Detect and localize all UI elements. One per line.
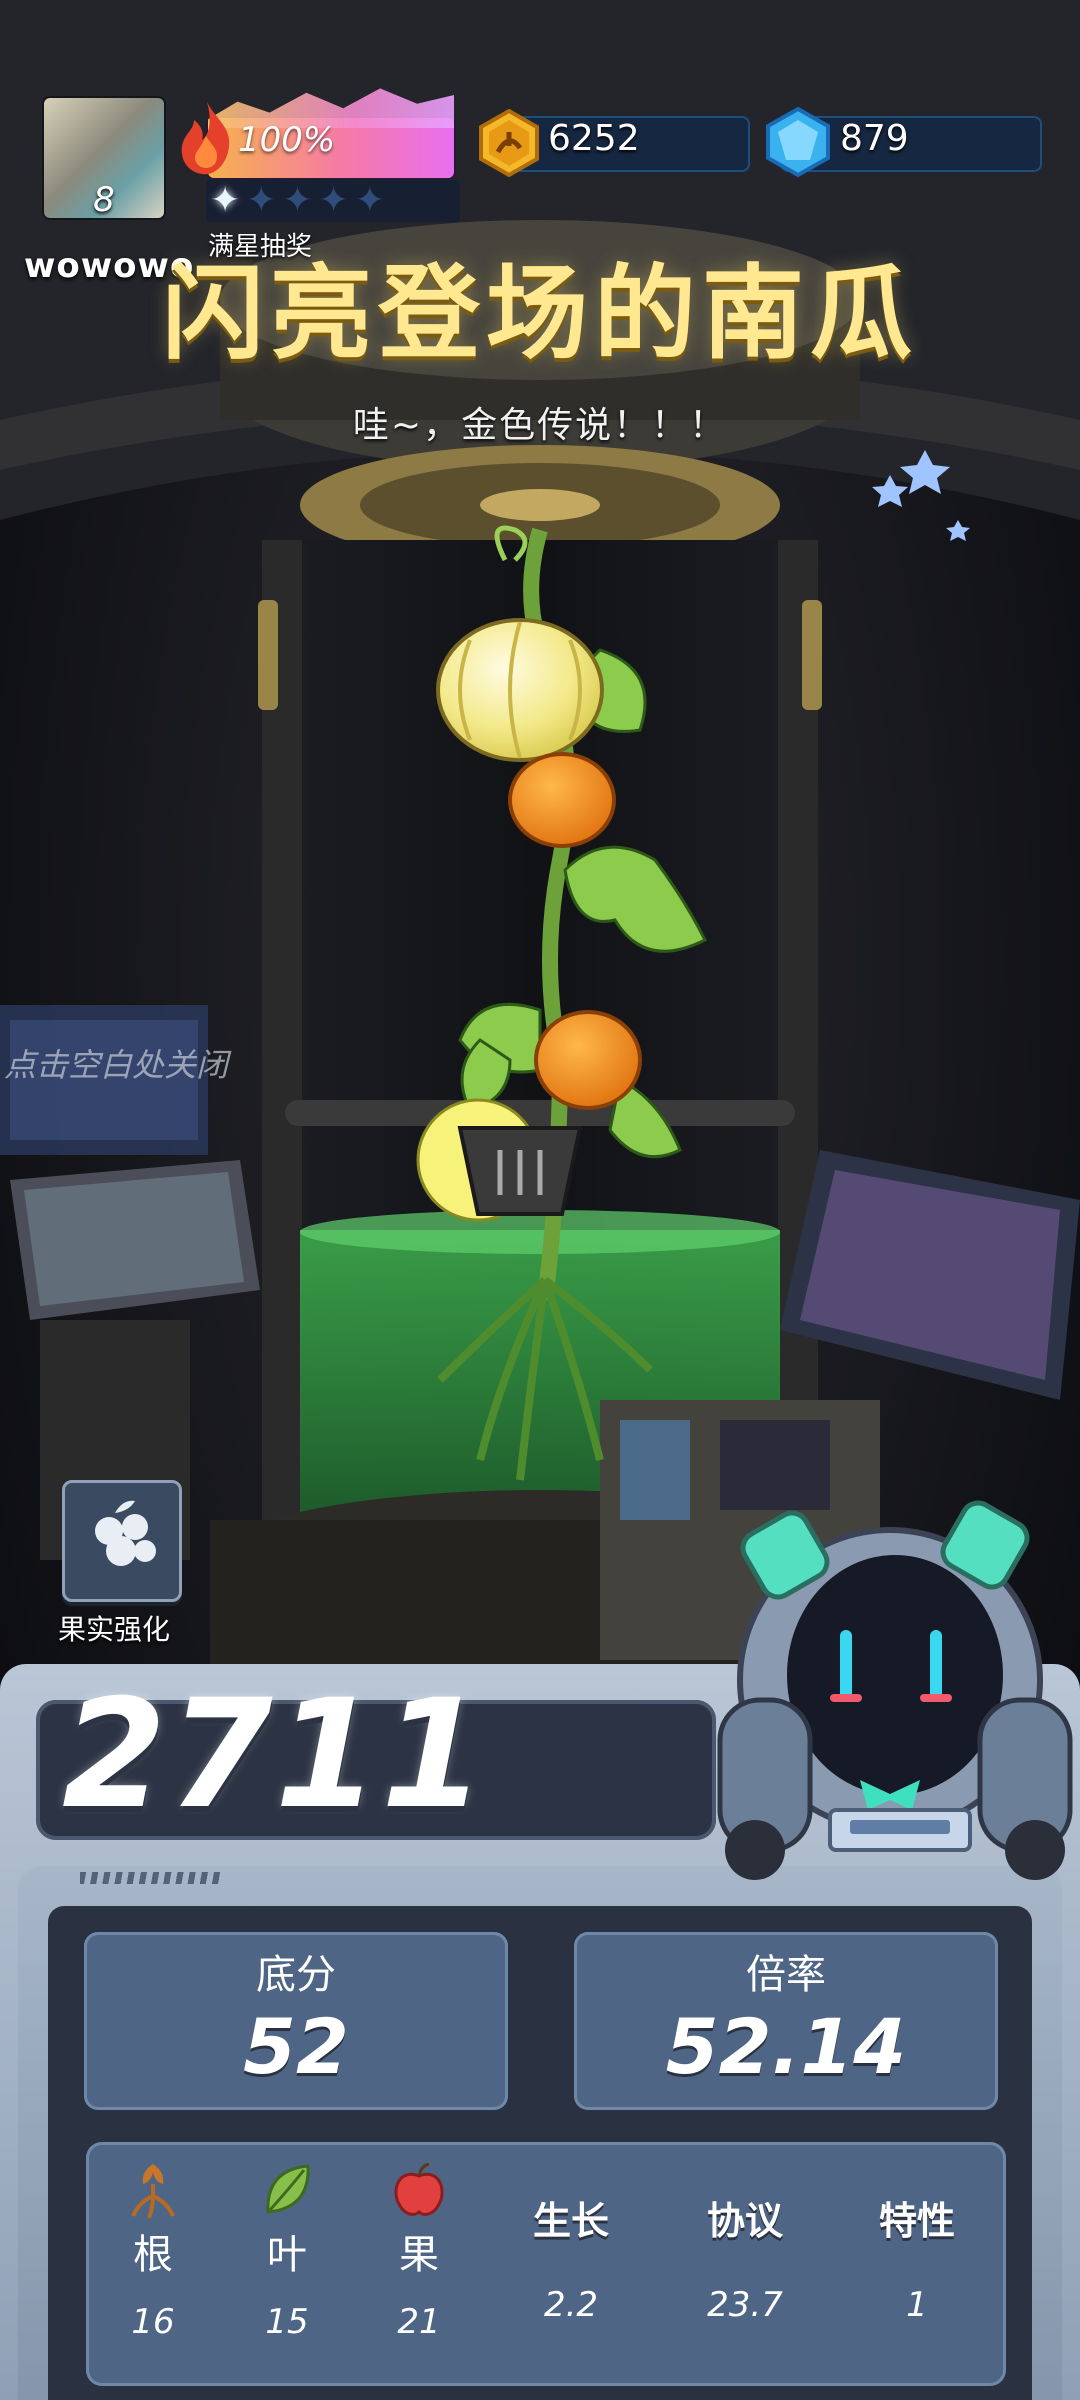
attribute-value: 21 bbox=[397, 2302, 441, 2342]
attribute-label: 特性 bbox=[878, 2199, 955, 2243]
base-score-label: 底分 bbox=[256, 1952, 336, 1998]
attribute-value: 23.7 bbox=[707, 2285, 783, 2325]
base-score-value: 52 bbox=[243, 2002, 349, 2091]
attribute-label: 根 bbox=[133, 2232, 173, 2278]
multiplier-label: 倍率 bbox=[746, 1952, 826, 1998]
attribute-value: 15 bbox=[265, 2302, 309, 2342]
reveal-subtitle: 哇~，金色传说！！！ bbox=[352, 405, 728, 446]
energy-percent: 100% bbox=[238, 120, 336, 160]
close-hint[interactable]: 点击空白处关闭 bbox=[4, 1040, 228, 1086]
root-icon bbox=[131, 2164, 175, 2219]
robot-mascot bbox=[717, 1500, 1073, 1880]
gem-value: 879 bbox=[840, 118, 909, 159]
multiplier-value: 52.14 bbox=[665, 2002, 907, 2091]
leaf-icon bbox=[266, 2164, 310, 2214]
coin-value: 6252 bbox=[548, 118, 640, 159]
attribute-value: 1 bbox=[906, 2285, 928, 2325]
attribute-growth: 生长 2.2 bbox=[496, 2150, 646, 2325]
star-icon-filled: ✦ bbox=[210, 180, 241, 221]
attribute-root: 根 16 bbox=[78, 2150, 228, 2342]
attribute-leaf: 叶 15 bbox=[212, 2150, 362, 2342]
attribute-value: 2.2 bbox=[543, 2285, 599, 2325]
total-score: 2711 bbox=[62, 1668, 488, 1842]
attribute-fruit: 果 21 bbox=[344, 2150, 494, 2342]
fire-icon bbox=[181, 102, 230, 175]
fruit-boost-button[interactable] bbox=[62, 1480, 182, 1602]
attribute-label: 果 bbox=[399, 2232, 439, 2278]
star-icon-empty: ✦ bbox=[318, 180, 349, 221]
attribute-value: 16 bbox=[131, 2302, 175, 2342]
player-level: 8 bbox=[93, 180, 115, 220]
star-icon-empty: ✦ bbox=[282, 180, 313, 221]
attribute-label: 叶 bbox=[267, 2232, 307, 2278]
attribute-protocol: 协议 23.7 bbox=[670, 2150, 820, 2325]
attribute-trait: 特性 1 bbox=[842, 2150, 992, 2325]
attribute-label: 生长 bbox=[532, 2199, 609, 2243]
berry-cluster-icon bbox=[95, 1500, 156, 1566]
star-icon-empty: ✦ bbox=[246, 180, 277, 221]
star-icon-empty: ✦ bbox=[354, 180, 385, 221]
attribute-label: 协议 bbox=[706, 2199, 783, 2243]
coin-icon bbox=[479, 108, 539, 178]
reveal-title: 闪亮登场的南瓜 bbox=[162, 255, 918, 374]
gem-icon bbox=[766, 106, 830, 178]
apple-icon bbox=[394, 2162, 444, 2216]
panel-vent bbox=[80, 1872, 220, 1884]
star-progress: ✦ ✦ ✦ ✦ ✦ bbox=[206, 180, 460, 222]
fruit-boost-label: 果实强化 bbox=[58, 1613, 171, 1646]
